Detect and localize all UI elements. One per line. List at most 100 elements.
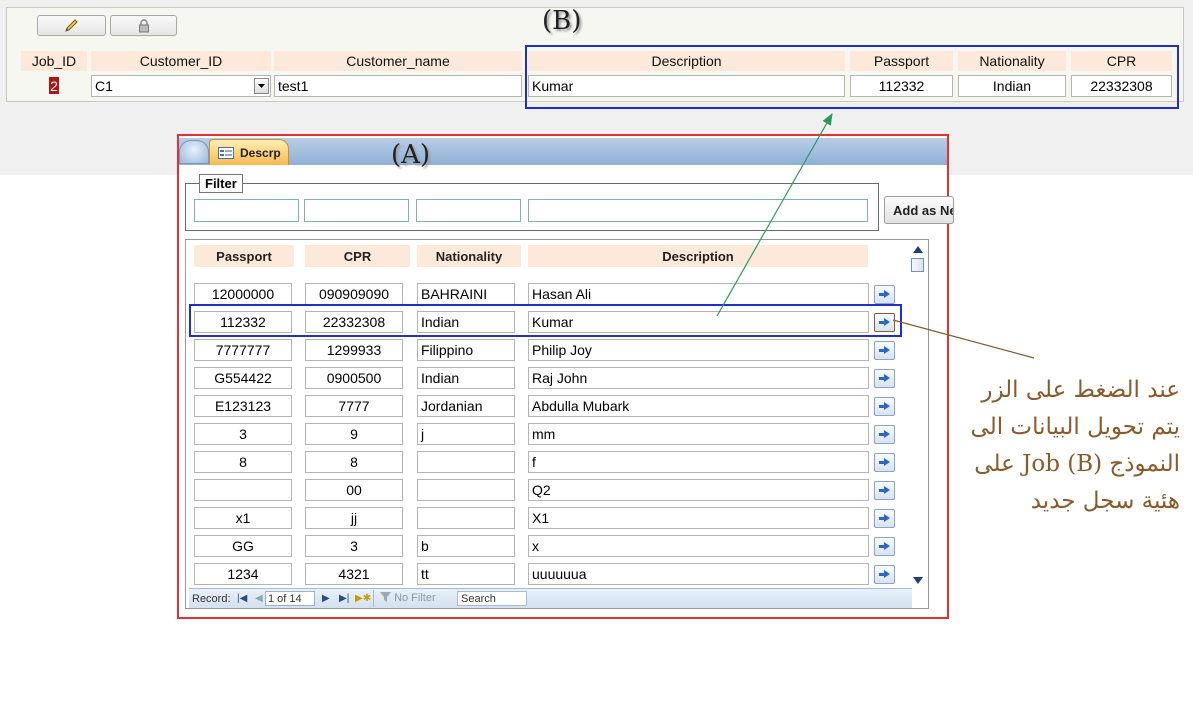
filter-label: Filter: [199, 174, 243, 193]
list-item: GG 3 b x: [186, 535, 906, 559]
cell-nationality[interactable]: Indian: [417, 367, 515, 389]
cell-cpr[interactable]: 3: [305, 535, 403, 557]
cell-passport[interactable]: G554422: [194, 367, 292, 389]
current-record-field[interactable]: 1 of 14: [265, 591, 315, 606]
transfer-record-button[interactable]: [874, 285, 895, 304]
cell-passport[interactable]: [194, 479, 292, 501]
cell-description[interactable]: Q2: [528, 479, 869, 501]
transfer-record-button[interactable]: [874, 369, 895, 388]
customer-id-value: C1: [95, 78, 113, 94]
scroll-down-icon[interactable]: [913, 577, 923, 584]
tab-descrp[interactable]: Descrp: [209, 139, 289, 165]
cell-nationality[interactable]: BAHRAINI: [417, 283, 515, 305]
form-b-label: (B): [542, 6, 582, 36]
transfer-record-button[interactable]: [874, 481, 895, 500]
filter-cpr-input[interactable]: [304, 199, 409, 222]
cell-nationality[interactable]: b: [417, 535, 515, 557]
cell-passport[interactable]: 7777777: [194, 339, 292, 361]
cell-cpr[interactable]: 4321: [305, 563, 403, 585]
list-item: 00 Q2: [186, 479, 906, 503]
cell-description[interactable]: x: [528, 535, 869, 557]
cell-description[interactable]: f: [528, 451, 869, 473]
cell-passport[interactable]: 1234: [194, 563, 292, 585]
arrow-right-icon: [879, 402, 890, 411]
list-item: 7777777 1299933 Filippino Philip Joy: [186, 339, 906, 363]
add-as-new-button[interactable]: Add as New: [884, 196, 954, 224]
lock-button[interactable]: [110, 15, 177, 36]
arrow-right-icon: [879, 430, 890, 439]
list-item: 3 9 j mm: [186, 423, 906, 447]
cell-nationality[interactable]: Filippino: [417, 339, 515, 361]
cell-description[interactable]: Philip Joy: [528, 339, 869, 361]
cell-nationality[interactable]: [417, 479, 515, 501]
cell-passport[interactable]: GG: [194, 535, 292, 557]
job-id-field[interactable]: 2: [49, 77, 59, 94]
transfer-record-button[interactable]: [874, 397, 895, 416]
filter-nationality-input[interactable]: [416, 199, 521, 222]
filter-description-input[interactable]: [528, 199, 868, 222]
rows-container: 12000000 090909090 BAHRAINI Hasan Ali 112332…: [186, 240, 895, 590]
customer-name-field[interactable]: test1: [274, 75, 522, 97]
edit-button[interactable]: [37, 15, 106, 36]
chevron-down-icon: [258, 84, 265, 88]
filter-passport-input[interactable]: [194, 199, 299, 222]
record-navigator: Record: |◀ ◀ 1 of 14 ▶ ▶| ▶✱ No Filter S…: [189, 588, 912, 608]
scroll-thumb[interactable]: [911, 258, 924, 272]
last-record-icon[interactable]: ▶|: [339, 593, 349, 604]
cell-cpr[interactable]: 1299933: [305, 339, 403, 361]
no-filter-indicator[interactable]: No Filter: [373, 590, 453, 607]
cell-passport[interactable]: 3: [194, 423, 292, 445]
lock-icon: [138, 18, 149, 32]
transfer-record-button[interactable]: [874, 453, 895, 472]
cell-passport[interactable]: x1: [194, 507, 292, 529]
transfer-record-button[interactable]: [874, 341, 895, 360]
cell-passport[interactable]: 12000000: [194, 283, 292, 305]
cell-cpr[interactable]: 9: [305, 423, 403, 445]
cell-passport[interactable]: E123123: [194, 395, 292, 417]
cell-cpr[interactable]: 7777: [305, 395, 403, 417]
nav-pane-icon[interactable]: [179, 140, 209, 164]
cell-nationality[interactable]: [417, 451, 515, 473]
next-record-icon[interactable]: ▶: [322, 593, 330, 604]
cell-description[interactable]: Hasan Ali: [528, 283, 869, 305]
cell-description[interactable]: Raj John: [528, 367, 869, 389]
first-record-icon[interactable]: |◀: [237, 593, 247, 604]
cell-passport[interactable]: 8: [194, 451, 292, 473]
annotation-line-2: يتم تحويل البيانات الى: [970, 414, 1180, 440]
cell-nationality[interactable]: Jordanian: [417, 395, 515, 417]
no-filter-label: No Filter: [394, 592, 436, 604]
cell-description[interactable]: uuuuuua: [528, 563, 869, 585]
list-item: G554422 0900500 Indian Raj John: [186, 367, 906, 391]
dropdown-button[interactable]: [254, 78, 269, 94]
transfer-record-button[interactable]: [874, 565, 895, 584]
transfer-record-button[interactable]: [874, 537, 895, 556]
cell-nationality[interactable]: tt: [417, 563, 515, 585]
form-a-label: (A): [391, 140, 431, 170]
transfer-record-button[interactable]: [874, 425, 895, 444]
annotation-line-3: النموذج Job (B) على: [974, 451, 1180, 477]
cell-nationality[interactable]: [417, 507, 515, 529]
cell-description[interactable]: Abdulla Mubark: [528, 395, 869, 417]
annotation-text: عند الضغط على الزر يتم تحويل البيانات ال…: [935, 372, 1180, 520]
selected-row-highlight: [189, 304, 902, 337]
transfer-record-button[interactable]: [874, 509, 895, 528]
cell-description[interactable]: X1: [528, 507, 869, 529]
cell-cpr[interactable]: 0900500: [305, 367, 403, 389]
previous-record-icon[interactable]: ◀: [255, 593, 263, 604]
cell-cpr[interactable]: jj: [305, 507, 403, 529]
cell-cpr[interactable]: 8: [305, 451, 403, 473]
cell-cpr[interactable]: 00: [305, 479, 403, 501]
scroll-up-icon[interactable]: [913, 246, 923, 253]
customer-id-combo[interactable]: C1: [91, 75, 271, 97]
tab-label: Descrp: [240, 145, 281, 160]
header-customer-name: Customer_name: [274, 51, 522, 71]
tab-bar: [179, 138, 947, 165]
form-icon: [218, 146, 234, 159]
cell-cpr[interactable]: 090909090: [305, 283, 403, 305]
header-customer-id: Customer_ID: [91, 51, 271, 71]
new-record-icon[interactable]: ▶✱: [355, 593, 371, 604]
search-box[interactable]: Search: [457, 591, 527, 606]
vertical-scrollbar[interactable]: [910, 244, 926, 590]
cell-description[interactable]: mm: [528, 423, 869, 445]
cell-nationality[interactable]: j: [417, 423, 515, 445]
